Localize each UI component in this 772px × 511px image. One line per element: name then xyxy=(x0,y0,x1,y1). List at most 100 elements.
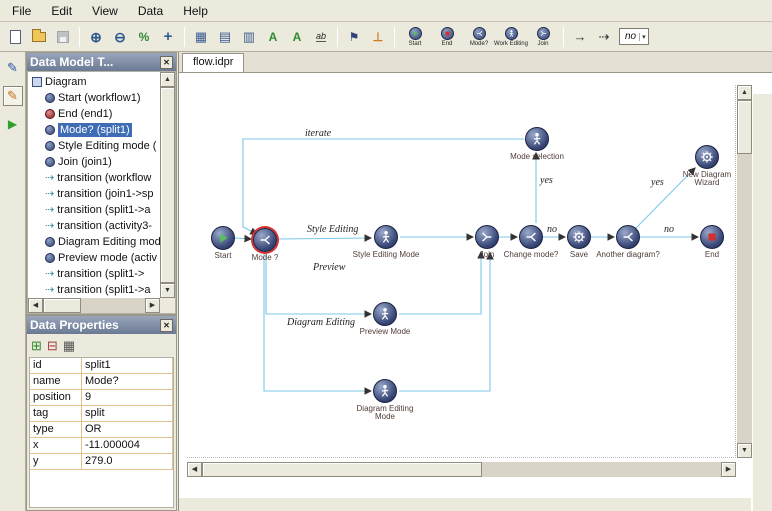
tree-item[interactable]: Preview mode (activ xyxy=(28,250,160,266)
scrollbar-thumb[interactable] xyxy=(43,298,81,313)
tree-item[interactable]: End (end1) xyxy=(28,106,160,122)
align-vertical-icon[interactable]: ▥ xyxy=(238,25,260,49)
menu-help[interactable]: Help xyxy=(173,1,218,21)
scroll-right-button[interactable]: ▶ xyxy=(721,462,736,477)
palette-mode-button[interactable]: Mode? xyxy=(464,27,494,47)
transition-icon: ⇢ xyxy=(45,269,54,279)
add-property-icon[interactable]: ⊞ xyxy=(31,339,42,352)
toolbar-separator xyxy=(337,27,338,47)
menu-data[interactable]: Data xyxy=(128,1,173,21)
tree-item[interactable]: Diagram Editing mod xyxy=(28,234,160,250)
edge-label: Preview xyxy=(313,262,345,273)
scroll-left-button[interactable]: ◀ xyxy=(28,298,43,313)
tree-item[interactable]: ⇢transition (workflow xyxy=(28,170,160,186)
zoom-out-icon[interactable]: ⊖ xyxy=(109,25,131,49)
property-key: x xyxy=(30,438,82,453)
node-icon xyxy=(45,157,55,167)
tree-item[interactable]: Join (join1) xyxy=(28,154,160,170)
diagram-editor: flow.idpr iterateStyle EditingPreviewDia… xyxy=(178,52,772,511)
tab-flow-idpr[interactable]: flow.idpr xyxy=(182,53,244,72)
scroll-down-button[interactable]: ▼ xyxy=(160,283,175,298)
property-value[interactable]: split1 xyxy=(82,358,173,373)
property-row: tag split xyxy=(30,406,173,422)
table-view-icon[interactable]: ▦ xyxy=(63,339,75,352)
property-row: name Mode? xyxy=(30,374,173,390)
draw-mode-button[interactable]: ✎ xyxy=(3,86,23,106)
diagram-canvas[interactable]: iterateStyle EditingPreviewDiagram Editi… xyxy=(187,85,736,458)
pan-tool-icon[interactable]: + xyxy=(157,25,179,49)
open-folder-icon[interactable] xyxy=(28,25,50,49)
edit-mode-button[interactable]: ✎ xyxy=(3,58,23,78)
menu-edit[interactable]: Edit xyxy=(41,1,82,21)
remove-property-icon[interactable]: ⊟ xyxy=(47,339,58,352)
edge-label: yes xyxy=(651,177,664,188)
polyline-transition-tool-icon[interactable]: ⇢ xyxy=(593,25,615,49)
tree-item[interactable]: Start (workflow1) xyxy=(28,90,160,106)
flag-icon[interactable]: ⚑ xyxy=(343,25,365,49)
align-horizontal-icon[interactable]: ▤ xyxy=(214,25,236,49)
connector-tool-icon[interactable]: ⊥ xyxy=(367,25,389,49)
tree-item[interactable]: Style Editing mode ( xyxy=(28,138,160,154)
property-value[interactable]: Mode? xyxy=(82,374,173,389)
new-file-icon[interactable] xyxy=(4,25,26,49)
tree-item[interactable]: ⇢transition (join1->sp xyxy=(28,186,160,202)
person-icon xyxy=(507,29,516,38)
grid-icon[interactable]: ▦ xyxy=(190,25,212,49)
layout-tree-icon[interactable]: A xyxy=(262,25,284,49)
gear-icon xyxy=(571,229,587,245)
join-icon xyxy=(539,29,548,38)
tree-item[interactable]: Diagram xyxy=(28,74,160,90)
menu-file[interactable]: File xyxy=(2,1,41,21)
tree-item[interactable]: ⇢transition (activity3- xyxy=(28,218,160,234)
scroll-up-button[interactable]: ▲ xyxy=(160,72,175,87)
zoom-in-icon[interactable]: ⊕ xyxy=(85,25,107,49)
scrollbar-thumb[interactable] xyxy=(202,462,482,477)
toolbar-group: ▦▤▥AAab xyxy=(190,25,332,49)
scroll-right-button[interactable]: ▶ xyxy=(145,298,160,313)
menu-view[interactable]: View xyxy=(82,1,128,21)
scroll-down-button[interactable]: ▼ xyxy=(737,443,752,458)
tree-item[interactable]: ⇢transition (split1-> xyxy=(28,266,160,282)
property-value[interactable]: split xyxy=(82,406,173,421)
tree-item[interactable]: Mode? (split1) xyxy=(28,122,160,138)
property-value[interactable]: OR xyxy=(82,422,173,437)
palette-start-button[interactable]: Start xyxy=(400,27,430,47)
layout-graph-icon[interactable]: A xyxy=(286,25,308,49)
tree-item[interactable]: ⇢transition (split1->a xyxy=(28,282,160,298)
scrollbar-thumb[interactable] xyxy=(160,87,175,283)
zoom-percent-icon[interactable]: % xyxy=(133,25,155,49)
tree-item-label: End (end1) xyxy=(58,108,112,120)
property-row: position 9 xyxy=(30,390,173,406)
label-tool-icon[interactable]: ab xyxy=(310,25,332,49)
stop-icon xyxy=(443,29,452,38)
save-icon[interactable] xyxy=(52,25,74,49)
palette-label: End xyxy=(442,41,453,47)
scrollbar-thumb[interactable] xyxy=(737,100,752,154)
node-label: End xyxy=(678,251,746,259)
tree-item[interactable]: ⇢transition (split1->a xyxy=(28,202,160,218)
transition-label-combo[interactable]: no ▾ xyxy=(619,28,649,45)
node-label: Preview Mode xyxy=(351,328,419,336)
palette-label: Start xyxy=(409,41,422,47)
toolbar-separator xyxy=(563,27,564,47)
transition-tool-icon[interactable]: → xyxy=(569,25,591,49)
tree-item-label: Style Editing mode ( xyxy=(58,140,156,152)
data-properties-panel: Data Properties ✕ ⊞⊟▦ id split1 name Mod… xyxy=(26,315,177,511)
scroll-left-button[interactable]: ◀ xyxy=(187,462,202,477)
property-value[interactable]: 9 xyxy=(82,390,173,405)
property-value[interactable]: -11.000004 xyxy=(82,438,173,453)
edge-label: no xyxy=(664,224,674,235)
close-icon[interactable]: ✕ xyxy=(160,56,173,69)
node-icon xyxy=(45,237,55,247)
transition-icon: ⇢ xyxy=(45,285,54,295)
canvas-vertical-scrollbar: ▲ ▼ xyxy=(737,85,752,458)
run-button[interactable]: ▶ xyxy=(3,114,23,134)
palette-join-button[interactable]: Join xyxy=(528,27,558,47)
scroll-up-button[interactable]: ▲ xyxy=(737,85,752,100)
close-icon[interactable]: ✕ xyxy=(160,319,173,332)
palette-work-editing-button[interactable]: Work Editing xyxy=(496,27,526,47)
transition-icon: ⇢ xyxy=(45,173,54,183)
tree-item-label: Diagram xyxy=(45,76,87,88)
palette-end-button[interactable]: End xyxy=(432,27,462,47)
property-value[interactable]: 279.0 xyxy=(82,454,173,469)
